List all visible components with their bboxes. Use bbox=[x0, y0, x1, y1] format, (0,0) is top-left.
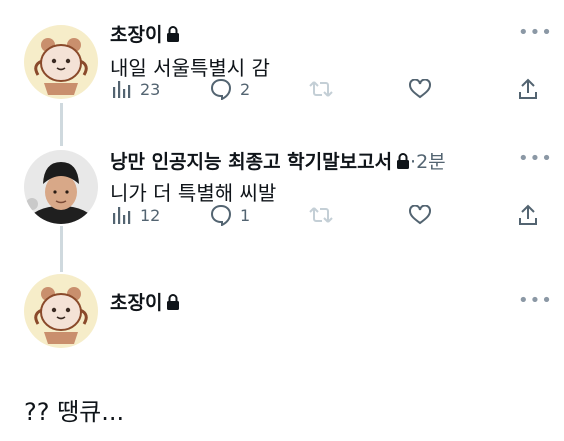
author-name[interactable]: 낭만 인공지능 최종고 학기말보고서 ·2분 bbox=[110, 147, 446, 175]
thread-line bbox=[60, 226, 63, 272]
views-button[interactable]: 12 bbox=[112, 205, 160, 225]
more-icon[interactable]: ••• bbox=[518, 290, 553, 311]
views-count: 12 bbox=[140, 205, 161, 225]
retweet-button[interactable] bbox=[309, 79, 333, 99]
lock-icon bbox=[166, 26, 180, 48]
retweet-icon bbox=[309, 81, 333, 97]
reply-icon bbox=[210, 78, 232, 100]
avatar[interactable] bbox=[24, 274, 98, 348]
author-name[interactable]: 초장이 bbox=[110, 20, 180, 48]
author-name-text[interactable]: 낭만 인공지능 최종고 학기말보고서 bbox=[110, 151, 392, 173]
reply-count: 1 bbox=[240, 205, 251, 225]
lock-icon bbox=[396, 153, 410, 175]
reply-button[interactable]: 1 bbox=[210, 204, 250, 226]
views-button[interactable]: 23 bbox=[112, 79, 160, 99]
share-icon bbox=[519, 204, 537, 225]
like-button[interactable] bbox=[409, 79, 431, 99]
thread-line bbox=[60, 103, 63, 146]
tweet-text: 니가 더 특별해 씨발 bbox=[110, 181, 277, 205]
reply-icon bbox=[210, 204, 232, 226]
reply-text: ?? 땡큐... bbox=[24, 398, 125, 426]
tweet-text: 내일 서울특별시 감 bbox=[110, 56, 270, 80]
bear-avatar-icon bbox=[24, 274, 98, 348]
person-avatar-icon bbox=[24, 150, 98, 224]
views-icon bbox=[113, 81, 131, 98]
like-icon bbox=[409, 79, 431, 99]
share-button[interactable] bbox=[518, 78, 538, 100]
avatar[interactable] bbox=[24, 150, 98, 224]
reply-button[interactable]: 2 bbox=[210, 78, 250, 100]
retweet-button[interactable] bbox=[309, 205, 333, 225]
author-name[interactable]: 초장이 bbox=[110, 288, 180, 316]
views-count: 23 bbox=[140, 79, 161, 99]
more-icon[interactable]: ••• bbox=[518, 148, 553, 169]
lock-icon bbox=[166, 294, 180, 316]
like-button[interactable] bbox=[409, 205, 431, 225]
share-icon bbox=[519, 78, 537, 99]
avatar[interactable] bbox=[24, 25, 98, 99]
bear-avatar-icon bbox=[24, 25, 98, 99]
share-button[interactable] bbox=[518, 204, 538, 226]
retweet-icon bbox=[309, 207, 333, 223]
author-name-text[interactable]: 초장이 bbox=[110, 24, 162, 46]
views-icon bbox=[113, 207, 131, 224]
more-icon[interactable]: ••• bbox=[518, 22, 553, 43]
like-icon bbox=[409, 205, 431, 225]
tweet-time[interactable]: ·2분 bbox=[410, 151, 446, 173]
author-name-text[interactable]: 초장이 bbox=[110, 292, 162, 314]
reply-count: 2 bbox=[240, 79, 251, 99]
